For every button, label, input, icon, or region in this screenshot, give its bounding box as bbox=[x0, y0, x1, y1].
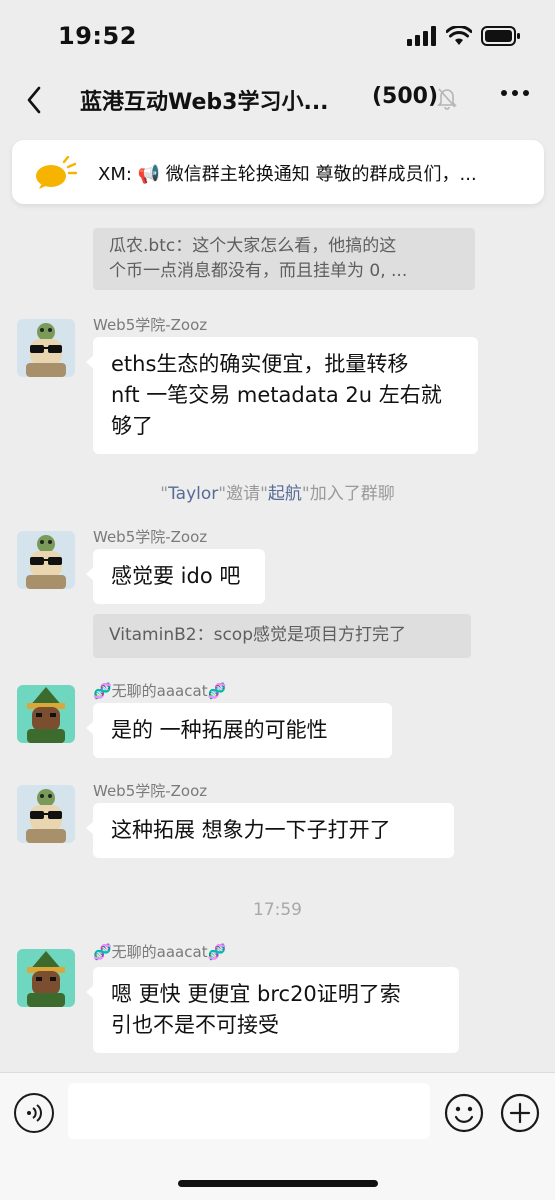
status-time: 19:52 bbox=[58, 22, 137, 50]
signal-icon bbox=[407, 26, 436, 46]
avatar-aaacat[interactable] bbox=[17, 685, 75, 743]
avatar-aaacat[interactable] bbox=[17, 949, 75, 1007]
announcement-bulb-icon bbox=[36, 156, 78, 189]
ellipsis-icon bbox=[501, 90, 507, 96]
system-join-notice: "Taylor"邀请"起航"加入了群聊 bbox=[160, 484, 395, 504]
emoji-button[interactable] bbox=[444, 1093, 484, 1133]
more-actions-button[interactable] bbox=[500, 1093, 540, 1133]
message-line: 引也不是不可接受 bbox=[111, 1013, 279, 1037]
status-icons bbox=[407, 26, 521, 46]
bell-slash-icon bbox=[436, 86, 458, 114]
user-link-taylor[interactable]: Taylor bbox=[168, 484, 218, 504]
sender-name: Web5学院-Zooz bbox=[93, 528, 208, 546]
message-bubble[interactable]: 嗯 更快 更便宜 brc20证明了索 引也不是不可接受 bbox=[86, 967, 459, 1053]
plus-icon bbox=[500, 1093, 540, 1133]
more-button[interactable] bbox=[501, 90, 529, 96]
quoted-message[interactable]: VitaminB2：scop感觉是项目方打完了 bbox=[93, 614, 471, 658]
chat-timestamp: 17:59 bbox=[253, 900, 302, 920]
message-line: 这种拓展 想象力一下子打开了 bbox=[111, 818, 391, 842]
message-bubble[interactable]: 是的 一种拓展的可能性 bbox=[86, 703, 392, 758]
message-input[interactable] bbox=[68, 1083, 430, 1139]
avatar-zooz[interactable] bbox=[17, 785, 75, 843]
avatar-zooz[interactable] bbox=[17, 531, 75, 589]
sender-name: 🧬无聊的aaacat🧬 bbox=[93, 682, 227, 700]
home-indicator[interactable] bbox=[178, 1180, 378, 1187]
quote-line: VitaminB2：scop感觉是项目方打完了 bbox=[109, 625, 406, 645]
pinned-announcement[interactable]: XM: 📢 微信群主轮换通知 尊敬的群成员们，... bbox=[12, 140, 544, 204]
status-bar: 19:52 bbox=[0, 0, 555, 72]
group-title[interactable]: 蓝港互动Web3学习小... bbox=[80, 84, 329, 116]
user-link-qihang[interactable]: 起航 bbox=[268, 484, 302, 504]
quoted-message[interactable]: 瓜农.btc：这个大家怎么看，他搞的这 个币一点消息都没有，而且挂单为 0, .… bbox=[93, 228, 475, 290]
back-button[interactable] bbox=[14, 80, 54, 120]
voice-button[interactable] bbox=[14, 1093, 54, 1133]
sender-name: 🧬无聊的aaacat🧬 bbox=[93, 943, 227, 961]
avatar-zooz[interactable] bbox=[17, 319, 75, 377]
quote-line: 瓜农.btc：这个大家怎么看，他搞的这 bbox=[109, 236, 397, 256]
smile-icon bbox=[444, 1093, 484, 1133]
chevron-left-icon bbox=[27, 86, 41, 114]
announcement-text: XM: 📢 微信群主轮换通知 尊敬的群成员们，... bbox=[98, 164, 477, 185]
message-line: 感觉要 ido 吧 bbox=[111, 564, 241, 588]
message-bubble[interactable]: 这种拓展 想象力一下子打开了 bbox=[86, 803, 454, 858]
voice-icon bbox=[27, 1104, 42, 1122]
sender-name: Web5学院-Zooz bbox=[93, 782, 208, 800]
message-line: nft 一笔交易 metadata 2u 左右就 bbox=[111, 383, 442, 407]
message-line: eths生态的确实便宜，批量转移 bbox=[111, 352, 409, 376]
message-bubble[interactable]: 感觉要 ido 吧 bbox=[86, 549, 265, 604]
sender-name: Web5学院-Zooz bbox=[93, 316, 208, 334]
member-count: (500) bbox=[372, 84, 439, 109]
chat-header: 蓝港互动Web3学习小... (500) bbox=[0, 72, 555, 128]
wifi-icon bbox=[446, 26, 472, 45]
battery-icon bbox=[481, 26, 520, 46]
quote-line: 个币一点消息都没有，而且挂单为 0, ... bbox=[109, 261, 408, 281]
message-line: 是的 一种拓展的可能性 bbox=[111, 718, 328, 742]
message-line: 够了 bbox=[111, 414, 153, 438]
message-line: 嗯 更快 更便宜 brc20证明了索 bbox=[111, 982, 401, 1006]
message-bubble[interactable]: eths生态的确实便宜，批量转移 nft 一笔交易 metadata 2u 左右… bbox=[86, 337, 478, 454]
